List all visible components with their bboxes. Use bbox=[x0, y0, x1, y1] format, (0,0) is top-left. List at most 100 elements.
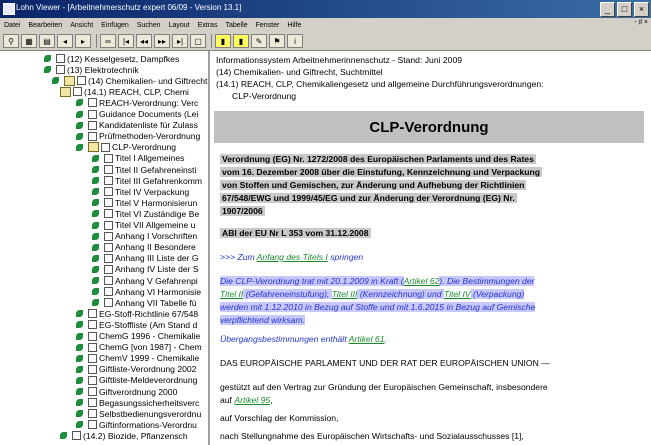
note-icon[interactable]: ✎ bbox=[251, 34, 267, 48]
tree-item[interactable]: CLP-Verordnung bbox=[76, 142, 176, 153]
tree-checkbox[interactable] bbox=[104, 264, 113, 274]
leaf-icon[interactable] bbox=[76, 354, 86, 363]
tree-item[interactable]: Anhang I Vorschriften bbox=[92, 231, 197, 242]
tree-item[interactable]: Giftliste-Verordnung 2002 bbox=[76, 364, 196, 375]
tree-item[interactable]: Titel II Gefahreneinsti bbox=[92, 164, 196, 175]
menu-layout[interactable]: Layout bbox=[165, 22, 194, 29]
tree-item[interactable]: Kandidatenliste für Zulass bbox=[76, 120, 198, 131]
leaf-icon[interactable] bbox=[76, 376, 86, 385]
info-icon[interactable]: i bbox=[287, 34, 303, 48]
leaf-icon[interactable] bbox=[76, 420, 86, 429]
tree-item[interactable]: (14) Chemikalien- und Giftrecht bbox=[52, 75, 207, 86]
tree-checkbox[interactable] bbox=[88, 131, 97, 141]
tree-item[interactable]: Anhang VII Tabelle fü bbox=[92, 297, 197, 308]
maximize-button[interactable]: □ bbox=[617, 2, 632, 17]
leaf-icon[interactable] bbox=[92, 209, 102, 218]
tree-checkbox[interactable] bbox=[104, 153, 113, 163]
menu-edit[interactable]: Bearbeiten bbox=[24, 22, 66, 29]
binoculars-icon[interactable]: ∞ bbox=[100, 34, 116, 48]
tree-item[interactable]: Anhang VI Harmonisie bbox=[92, 286, 201, 297]
tree-checkbox[interactable] bbox=[88, 375, 97, 385]
tree-checkbox[interactable] bbox=[104, 198, 113, 208]
tree-item[interactable]: Giftinformations-Verordnu bbox=[76, 419, 197, 430]
tree-checkbox[interactable] bbox=[88, 98, 97, 108]
title-link[interactable]: Titel II bbox=[220, 289, 243, 299]
tree-item[interactable]: Giftliste-Meldeverordnung bbox=[76, 375, 197, 386]
leaf-icon[interactable] bbox=[92, 265, 102, 274]
leaf-icon[interactable] bbox=[76, 309, 86, 318]
leaf-icon[interactable] bbox=[92, 165, 102, 174]
tree-item[interactable]: Begasungssicherheitsverc bbox=[76, 397, 199, 408]
last-hit-icon[interactable]: ▸| bbox=[172, 34, 188, 48]
leaf-icon[interactable] bbox=[76, 121, 86, 130]
next-hit-icon[interactable]: ▸▸ bbox=[154, 34, 170, 48]
tree-checkbox[interactable] bbox=[104, 176, 113, 186]
leaf-icon[interactable] bbox=[76, 320, 86, 329]
tree-item[interactable]: Selbstbedienungsverordnu bbox=[76, 408, 201, 419]
tree-checkbox[interactable] bbox=[73, 87, 82, 97]
tree-item[interactable]: REACH-Verordnung: Verc bbox=[76, 97, 198, 108]
tree-checkbox[interactable] bbox=[104, 242, 113, 252]
tree-checkbox[interactable] bbox=[56, 54, 65, 63]
tree-checkbox[interactable] bbox=[88, 420, 97, 430]
tree-item[interactable]: (13) Elektrotechnik bbox=[44, 64, 139, 75]
leaf-icon[interactable] bbox=[76, 143, 86, 152]
tree-checkbox[interactable] bbox=[88, 331, 97, 341]
prev-hit-icon[interactable]: ◂◂ bbox=[136, 34, 152, 48]
tree-item[interactable]: ChemG [von 1987] - Chem bbox=[76, 342, 202, 353]
article-link[interactable]: Artikel 62 bbox=[404, 276, 440, 286]
tree-item[interactable]: Guidance Documents (Lei bbox=[76, 109, 198, 120]
tree-checkbox[interactable] bbox=[77, 76, 86, 86]
tree-checkbox[interactable] bbox=[104, 276, 113, 285]
tree-checkbox[interactable] bbox=[104, 298, 113, 308]
tree-checkbox[interactable] bbox=[101, 142, 110, 152]
tree-checkbox[interactable] bbox=[88, 309, 97, 319]
menu-file[interactable]: Datei bbox=[0, 22, 24, 29]
forward-icon[interactable]: ▸ bbox=[75, 34, 91, 48]
first-hit-icon[interactable]: |◂ bbox=[118, 34, 134, 48]
tree-item[interactable]: Prüfmethoden-Verordnung bbox=[76, 131, 200, 142]
tree-checkbox[interactable] bbox=[88, 109, 97, 119]
leaf-icon[interactable] bbox=[76, 387, 86, 396]
tree-checkbox[interactable] bbox=[88, 353, 97, 363]
tree-item[interactable]: Anhang V Gefahrenpi bbox=[92, 275, 198, 286]
leaf-icon[interactable] bbox=[44, 54, 54, 63]
leaf-icon[interactable] bbox=[92, 232, 102, 241]
leaf-icon[interactable] bbox=[92, 187, 102, 196]
tree-item[interactable]: Giftverordnung 2000 bbox=[76, 386, 177, 397]
leaf-icon[interactable] bbox=[76, 110, 86, 119]
leaf-icon[interactable] bbox=[44, 65, 54, 74]
menu-table[interactable]: Tabelle bbox=[221, 22, 251, 29]
tree-item[interactable]: (14.2) Biozide, Pflanzensch bbox=[60, 430, 188, 441]
tree-checkbox[interactable] bbox=[104, 287, 113, 297]
leaf-icon[interactable] bbox=[76, 332, 86, 341]
leaf-icon[interactable] bbox=[76, 365, 86, 374]
leaf-icon[interactable] bbox=[92, 243, 102, 252]
leaf-icon[interactable] bbox=[92, 198, 102, 207]
leaf-icon[interactable] bbox=[92, 276, 102, 285]
tree-item[interactable]: ChemV 1999 - Chemikalie bbox=[76, 353, 199, 364]
leaf-icon[interactable] bbox=[92, 154, 102, 163]
bookmark-icon[interactable]: ⚑ bbox=[269, 34, 285, 48]
tree-checkbox[interactable] bbox=[104, 220, 113, 230]
menu-search[interactable]: Suchen bbox=[133, 22, 165, 29]
print-icon[interactable]: ▤ bbox=[39, 34, 55, 48]
tree-checkbox[interactable] bbox=[104, 209, 113, 219]
tree-checkbox[interactable] bbox=[104, 231, 113, 241]
leaf-icon[interactable] bbox=[76, 409, 86, 418]
minimize-button[interactable]: _ bbox=[600, 2, 615, 17]
leaf-icon[interactable] bbox=[92, 287, 102, 296]
tree-item[interactable]: EG-Stoffliste (Am Stand d bbox=[76, 319, 197, 330]
article-link[interactable]: Artikel 61 bbox=[349, 334, 385, 344]
leaf-icon[interactable] bbox=[60, 431, 70, 440]
tree-item[interactable]: Titel IV Verpackung bbox=[92, 186, 189, 197]
title-link[interactable]: Titel IV bbox=[444, 289, 471, 299]
leaf-icon[interactable] bbox=[76, 98, 86, 107]
tree-checkbox[interactable] bbox=[88, 120, 97, 130]
frame-icon[interactable]: ▢ bbox=[190, 34, 206, 48]
tree-item[interactable]: Titel VI Zuständige Be bbox=[92, 208, 199, 219]
navigation-tree[interactable]: (12) Kesselgesetz, Dampfkes (13) Elektrot… bbox=[0, 51, 210, 445]
menu-insert[interactable]: Einfügen bbox=[97, 22, 133, 29]
tree-item[interactable]: Titel V Harmonisierun bbox=[92, 197, 197, 208]
tree-checkbox[interactable] bbox=[104, 253, 113, 263]
